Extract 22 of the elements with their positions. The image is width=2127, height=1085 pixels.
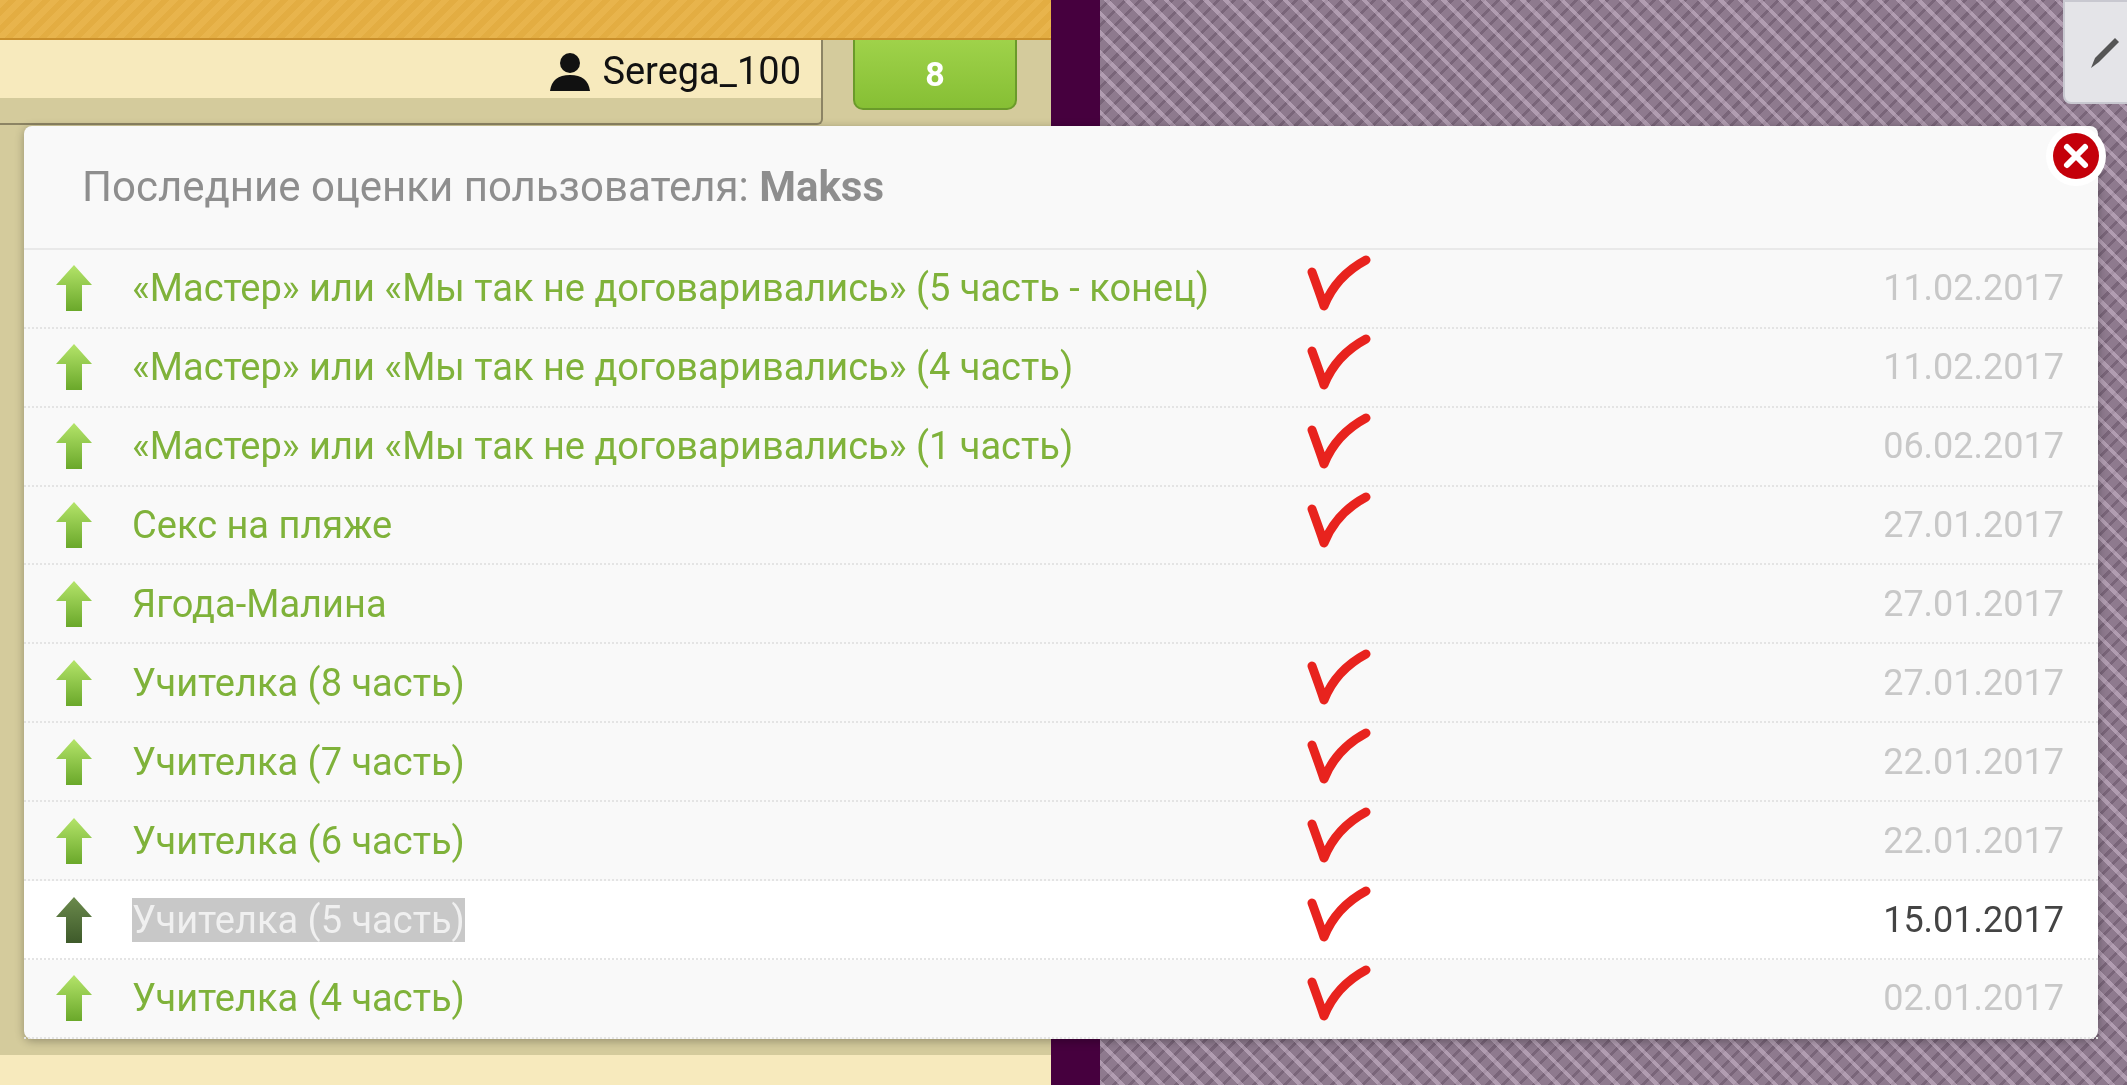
edit-button[interactable] bbox=[2063, 0, 2127, 104]
up-arrow-icon bbox=[54, 421, 94, 472]
story-link[interactable]: «Мастер» или «Мы так не договаривались» (1 часть) bbox=[132, 424, 1074, 469]
story-link[interactable]: Учителка (6 часть) bbox=[132, 818, 465, 863]
story-link[interactable]: Учителка (8 часть) bbox=[132, 660, 465, 705]
dialog-title: Последние оценки пользователя: Makss bbox=[82, 162, 884, 212]
up-arrow-icon bbox=[54, 500, 94, 551]
story-link[interactable]: Секс на пляже bbox=[132, 503, 393, 548]
story-link[interactable]: Учителка (7 часть) bbox=[132, 739, 465, 784]
story-link[interactable]: «Мастер» или «Мы так не договаривались» (5 часть - конец) bbox=[132, 266, 1209, 311]
username[interactable]: Serega_100 bbox=[602, 48, 801, 93]
up-arrow-icon bbox=[54, 342, 94, 393]
close-icon bbox=[2052, 132, 2100, 180]
rating-date: 15.01.2017 bbox=[1883, 898, 2064, 941]
up-arrow-icon bbox=[54, 263, 94, 314]
up-arrow-icon bbox=[54, 973, 94, 1024]
story-link[interactable]: «Мастер» или «Мы так не договаривались» (4 часть) bbox=[132, 345, 1074, 390]
close-button[interactable] bbox=[2046, 126, 2106, 186]
story-link[interactable]: Ягода-Малина bbox=[132, 581, 387, 626]
count-badge[interactable]: 8 bbox=[853, 40, 1017, 110]
story-link[interactable]: Учителка (4 часть) bbox=[132, 976, 465, 1021]
user-icon bbox=[548, 50, 593, 91]
